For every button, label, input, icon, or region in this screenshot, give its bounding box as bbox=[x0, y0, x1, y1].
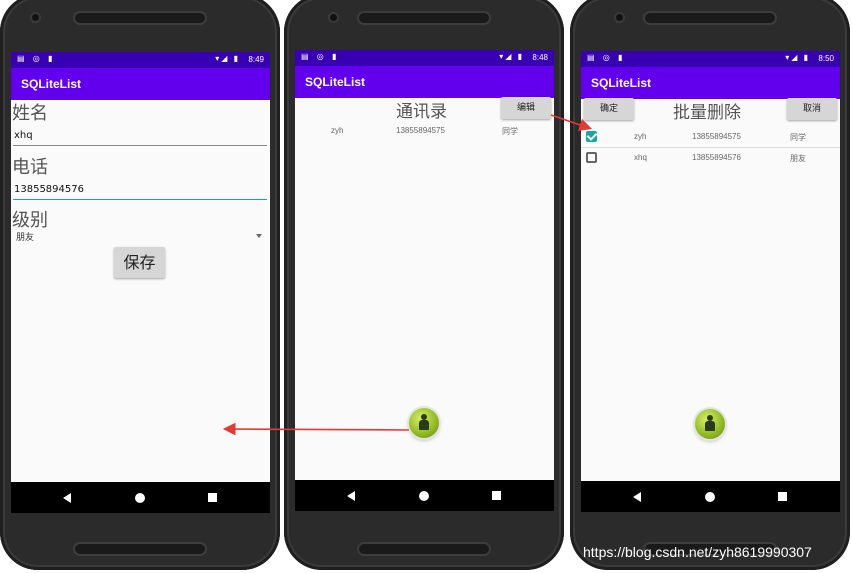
checkbox-checked-icon[interactable] bbox=[586, 131, 597, 142]
contact-phone: 13855894575 bbox=[396, 126, 445, 135]
front-camera bbox=[330, 14, 337, 21]
status-time: 8:48 bbox=[532, 53, 548, 62]
contact-group: 朋友 bbox=[790, 154, 806, 163]
bottom-speaker bbox=[359, 544, 489, 554]
signal-icons: ▾◢ ▮ bbox=[785, 53, 810, 62]
batch-delete-screen: ▤ ◎ ▮ ▾◢ ▮ 8:50 SQLiteList 确定 批量删除 取消 zy… bbox=[581, 51, 840, 512]
status-bar: ▤ ◎ ▮ ▾◢ ▮ 8:50 bbox=[581, 51, 840, 67]
home-icon[interactable] bbox=[135, 493, 145, 503]
app-title: SQLiteList bbox=[295, 66, 554, 98]
phone-frame-batch-delete: ▤ ◎ ▮ ▾◢ ▮ 8:50 SQLiteList 确定 批量删除 取消 zy… bbox=[570, 0, 850, 570]
bottom-speaker bbox=[75, 544, 205, 554]
status-time: 8:50 bbox=[818, 54, 834, 63]
batch-delete-title: 批量删除 bbox=[673, 103, 741, 123]
row-divider bbox=[581, 147, 840, 148]
person-icon bbox=[705, 415, 715, 433]
navigation-bar bbox=[11, 482, 270, 513]
checkbox-unchecked-icon[interactable] bbox=[586, 152, 597, 163]
name-label: 姓名 bbox=[12, 103, 48, 124]
list-item[interactable]: zyh 13855894575 同学 bbox=[295, 126, 554, 140]
recent-apps-icon[interactable] bbox=[492, 491, 501, 500]
dropdown-arrow-icon bbox=[256, 234, 262, 238]
status-bar: ▤ ◎ ▮ ▾◢ ▮ 8:48 bbox=[295, 50, 554, 66]
contact-phone: 13855894576 bbox=[692, 153, 741, 162]
back-icon[interactable] bbox=[63, 493, 71, 503]
contact-name: zyh bbox=[331, 126, 344, 135]
recent-apps-icon[interactable] bbox=[208, 493, 217, 502]
recent-apps-icon[interactable] bbox=[778, 492, 787, 501]
person-icon bbox=[419, 414, 429, 432]
save-button[interactable]: 保存 bbox=[114, 247, 165, 278]
cancel-button[interactable]: 取消 bbox=[787, 98, 837, 120]
name-input[interactable]: xhq bbox=[13, 128, 267, 146]
earpiece bbox=[75, 13, 205, 23]
list-item[interactable]: xhq 13855894576 朋友 bbox=[581, 150, 840, 168]
status-time: 8:49 bbox=[248, 55, 264, 64]
phone-frame-list: ▤ ◎ ▮ ▾◢ ▮ 8:48 SQLiteList 通讯录 编辑 zyh 13… bbox=[284, 0, 564, 570]
signal-icons: ▾◢ ▮ bbox=[499, 52, 524, 61]
earpiece bbox=[359, 13, 489, 23]
add-contact-fab[interactable] bbox=[695, 409, 725, 439]
phone-label: 电话 bbox=[12, 157, 48, 178]
phone-input[interactable]: 13855894576 bbox=[13, 182, 267, 200]
home-icon[interactable] bbox=[705, 492, 715, 502]
watermark: https://blog.csdn.net/zyh8619990307 bbox=[583, 544, 812, 560]
contact-name: zyh bbox=[634, 132, 647, 141]
level-label: 级别 bbox=[12, 210, 48, 231]
contacts-title: 通讯录 bbox=[396, 102, 447, 122]
back-icon[interactable] bbox=[347, 491, 355, 501]
status-bar: ▤ ◎ ▮ ▾◢ ▮ 8:49 bbox=[11, 52, 270, 68]
signal-icons: ▾◢ ▮ bbox=[215, 54, 240, 63]
contact-group: 同学 bbox=[502, 127, 518, 136]
contact-group: 同学 bbox=[790, 133, 806, 142]
form-screen: ▤ ◎ ▮ ▾◢ ▮ 8:49 SQLiteList 姓名 xhq 电话 138… bbox=[11, 52, 270, 513]
home-icon[interactable] bbox=[419, 491, 429, 501]
list-item[interactable]: zyh 13855894575 同学 bbox=[581, 129, 840, 147]
level-dropdown[interactable]: 朋友 bbox=[14, 230, 262, 244]
contact-name: xhq bbox=[634, 153, 647, 162]
add-contact-fab[interactable] bbox=[409, 408, 439, 438]
notification-icons: ▤ ◎ ▮ bbox=[587, 53, 626, 62]
earpiece bbox=[645, 13, 775, 23]
contact-phone: 13855894575 bbox=[692, 132, 741, 141]
navigation-bar bbox=[295, 480, 554, 511]
notification-icons: ▤ ◎ ▮ bbox=[17, 54, 56, 63]
notification-icons: ▤ ◎ ▮ bbox=[301, 52, 340, 61]
app-title: SQLiteList bbox=[581, 67, 840, 99]
front-camera bbox=[616, 14, 623, 21]
phone-frame-form: ▤ ◎ ▮ ▾◢ ▮ 8:49 SQLiteList 姓名 xhq 电话 138… bbox=[0, 0, 280, 570]
confirm-button[interactable]: 确定 bbox=[584, 98, 634, 120]
app-title: SQLiteList bbox=[11, 68, 270, 100]
list-screen: ▤ ◎ ▮ ▾◢ ▮ 8:48 SQLiteList 通讯录 编辑 zyh 13… bbox=[295, 50, 554, 511]
front-camera bbox=[32, 14, 39, 21]
navigation-bar bbox=[581, 481, 840, 512]
edit-button[interactable]: 编辑 bbox=[501, 97, 551, 119]
screenshot-stage: ▤ ◎ ▮ ▾◢ ▮ 8:49 SQLiteList 姓名 xhq 电话 138… bbox=[0, 0, 852, 573]
back-icon[interactable] bbox=[633, 492, 641, 502]
level-selected-value: 朋友 bbox=[16, 233, 35, 243]
